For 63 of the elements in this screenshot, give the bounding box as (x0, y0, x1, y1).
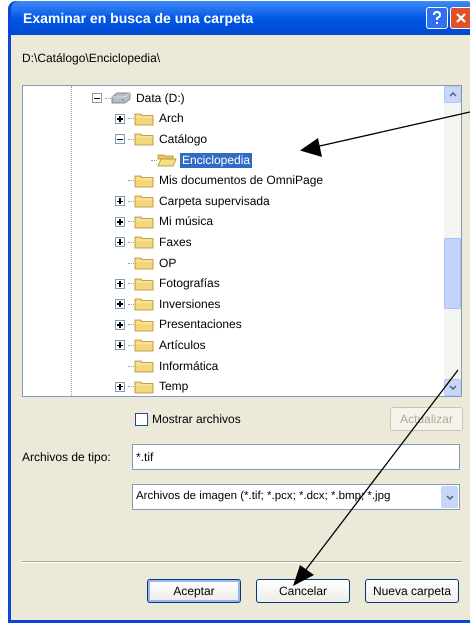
folder-icon (134, 256, 154, 270)
dropdown-button[interactable] (441, 486, 458, 508)
folder-tree[interactable]: Data (D:) Arch Catálogo Enciclopedia Mis documentos de OmniPage Carpeta supervisada Mi música Faxes OP Fotografías Inversiones Presentaciones Artículos Informática Temp (22, 85, 462, 397)
collapse-toggle[interactable] (115, 134, 125, 144)
expand-toggle[interactable] (115, 216, 125, 227)
file-type-field[interactable]: *.tif (132, 444, 460, 470)
folder-icon (134, 235, 154, 250)
expand-toggle[interactable] (115, 299, 125, 310)
open-folder-icon (157, 153, 177, 168)
tree-item[interactable]: Inversiones (157, 296, 222, 312)
expand-toggle[interactable] (115, 237, 125, 248)
expand-toggle[interactable] (115, 196, 125, 206)
tree-item[interactable]: Carpeta supervisada (157, 194, 272, 209)
drive-icon (111, 92, 131, 104)
tree-item[interactable]: Informática (157, 358, 220, 374)
checkbox[interactable] (135, 412, 148, 426)
collapse-toggle[interactable] (92, 93, 102, 104)
close-button[interactable] (450, 7, 470, 29)
scroll-down-button[interactable] (444, 379, 461, 396)
up-caret-icon (448, 92, 456, 97)
expand-toggle[interactable] (115, 320, 125, 330)
help-icon (432, 11, 442, 25)
tree-item[interactable]: Mis documentos de OmniPage (157, 173, 326, 188)
checkbox-label: Mostrar archivos (152, 411, 241, 428)
tree-item[interactable]: Presentaciones (157, 317, 244, 332)
tree-item[interactable]: OP (157, 256, 178, 271)
tree-item[interactable]: Faxes (157, 234, 194, 250)
folder-icon (134, 132, 154, 146)
folder-icon (134, 112, 154, 126)
folder-icon (134, 214, 154, 229)
field-label: Archivos de tipo: (22, 449, 112, 466)
tree-item[interactable]: Temp (157, 379, 190, 394)
folder-icon (134, 194, 154, 208)
scroll-up-button[interactable] (444, 86, 461, 103)
tree-item[interactable]: Arch (157, 111, 186, 126)
close-icon (455, 12, 467, 24)
tree-item[interactable]: Fotografías (157, 276, 222, 292)
scroll-thumb[interactable] (444, 238, 461, 309)
expand-toggle[interactable] (115, 382, 125, 392)
tree-item[interactable]: Mi música (157, 214, 216, 230)
expand-toggle[interactable] (115, 278, 125, 289)
folder-icon (134, 380, 154, 394)
scrollbar[interactable] (444, 86, 461, 396)
folder-icon (134, 297, 154, 312)
tree-item[interactable]: Catálogo (157, 132, 210, 147)
folder-icon (134, 338, 154, 352)
window-title: Examinar en busca de una carpeta (23, 8, 254, 28)
selected-path: D:\Catálogo\Enciclopedia\ (22, 50, 162, 65)
folder-icon (134, 276, 154, 291)
expand-toggle[interactable] (115, 114, 125, 124)
help-button[interactable] (426, 7, 448, 29)
tree-item[interactable]: Artículos (157, 338, 208, 353)
down-caret-icon (448, 385, 456, 390)
tree-item[interactable]: Enciclopedia (180, 152, 252, 168)
tree-item[interactable]: Data (D:) (134, 90, 187, 106)
folder-icon (134, 174, 154, 188)
folder-icon (134, 359, 154, 374)
expand-toggle[interactable] (115, 340, 125, 350)
dialog-button[interactable]: Aceptar (147, 579, 241, 603)
down-caret-icon (446, 494, 454, 500)
dialog-button[interactable]: Cancelar (256, 579, 350, 603)
dialog-button[interactable]: Nueva carpeta (365, 579, 459, 603)
folder-icon (134, 318, 154, 332)
